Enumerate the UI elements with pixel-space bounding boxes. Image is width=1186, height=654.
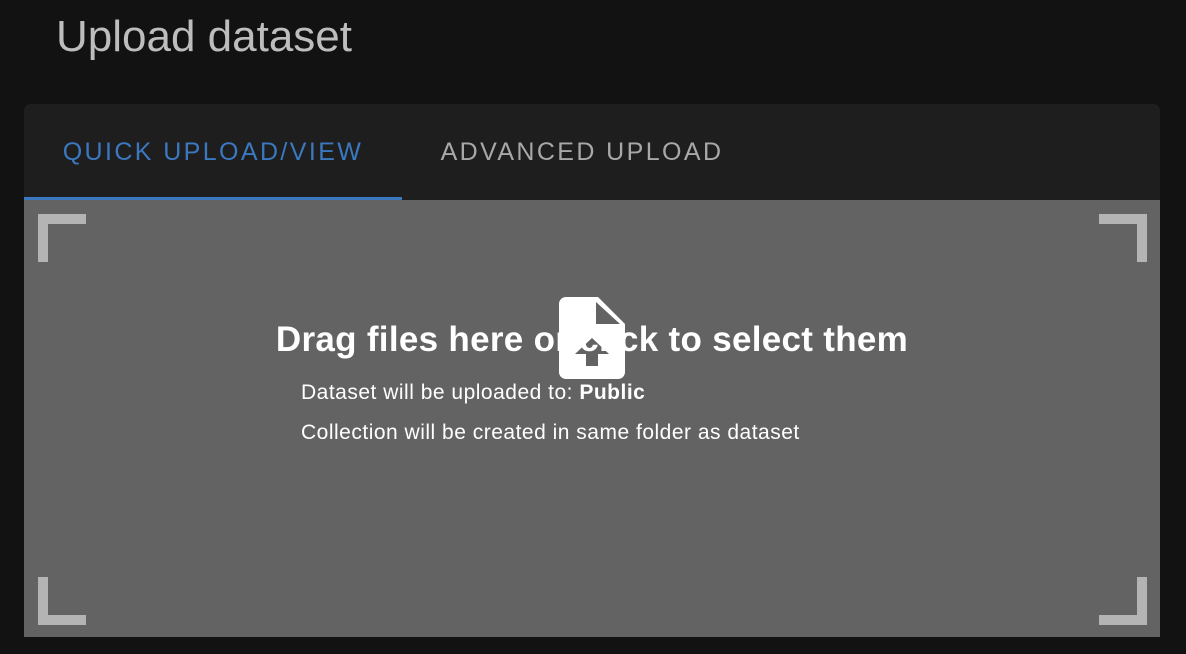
destination-text: Dataset will be uploaded to: Public bbox=[301, 381, 645, 405]
upload-card: QUICK UPLOAD/VIEW ADVANCED UPLOAD Drag f… bbox=[24, 104, 1160, 637]
corner-bracket-top-left bbox=[38, 214, 86, 262]
corner-bracket-bottom-right bbox=[1099, 577, 1147, 625]
tab-quick-upload[interactable]: QUICK UPLOAD/VIEW bbox=[24, 104, 402, 200]
file-dropzone[interactable]: Drag files here or click to select them … bbox=[24, 200, 1160, 637]
collection-note: Collection will be created in same folde… bbox=[301, 421, 800, 444]
corner-bracket-bottom-left bbox=[38, 577, 86, 625]
tab-advanced-upload[interactable]: ADVANCED UPLOAD bbox=[402, 104, 762, 200]
tab-bar: QUICK UPLOAD/VIEW ADVANCED UPLOAD bbox=[24, 104, 1160, 200]
destination-label: Dataset will be uploaded to: bbox=[301, 381, 573, 404]
destination-folder: Public bbox=[579, 381, 646, 404]
page-title: Upload dataset bbox=[56, 12, 352, 61]
dropzone-headline: Drag files here or click to select them bbox=[275, 320, 909, 359]
corner-bracket-top-right bbox=[1099, 214, 1147, 262]
